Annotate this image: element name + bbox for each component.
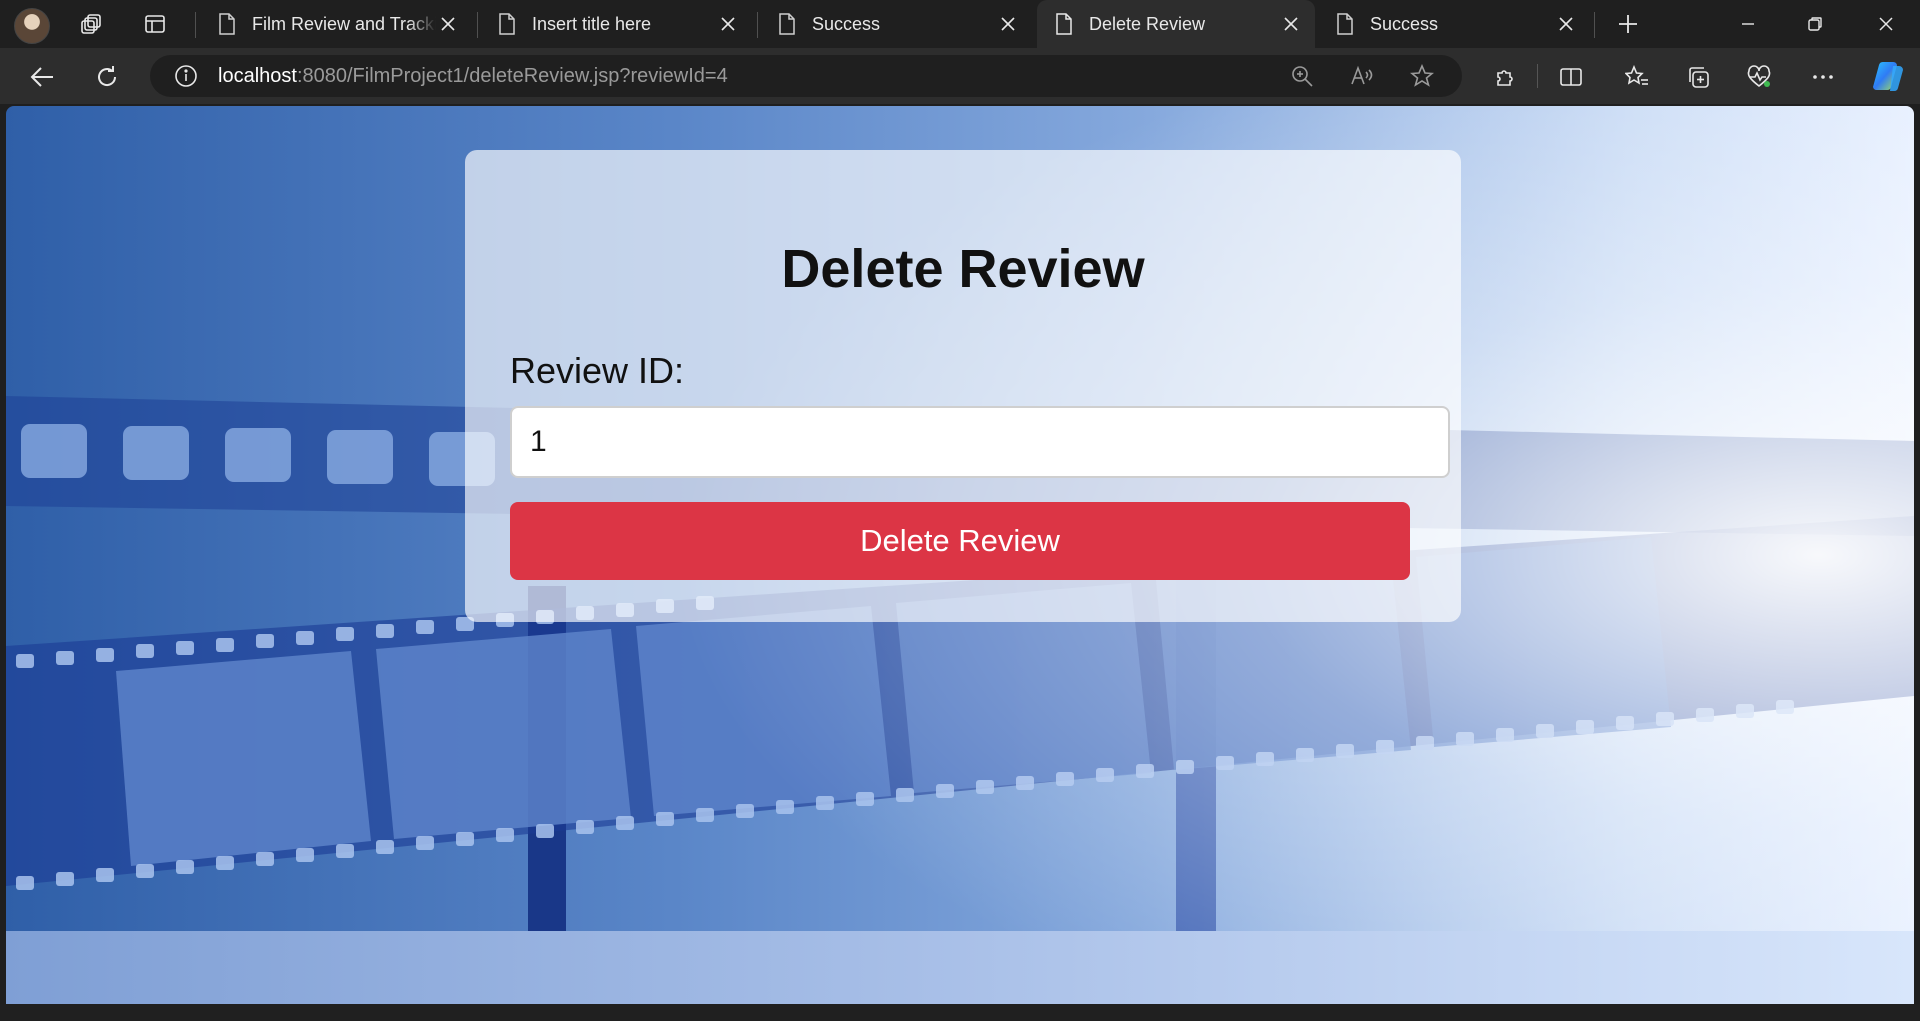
restore-button[interactable] — [1795, 8, 1835, 40]
minimize-icon — [1742, 23, 1754, 25]
favorites-list-icon — [1625, 65, 1648, 85]
zoom-icon[interactable] — [1286, 60, 1318, 92]
back-button[interactable] — [25, 60, 59, 94]
review-id-label: Review ID: — [510, 350, 685, 391]
settings-menu-button[interactable] — [1806, 60, 1840, 94]
arrow-left-icon — [30, 67, 53, 87]
page-footer-band — [6, 931, 1914, 1004]
close-icon[interactable] — [1279, 12, 1303, 36]
tab-title: Success — [1370, 13, 1439, 34]
tab-divider — [757, 12, 758, 38]
plus-icon — [1619, 15, 1637, 33]
tab-title: Success — [812, 13, 881, 34]
address-bar[interactable]: localhost:8080/FilmProject1/deleteReview… — [150, 55, 1462, 97]
profile-avatar[interactable] — [14, 8, 50, 44]
page-title: Delete Review — [781, 239, 1145, 299]
tab-divider — [477, 12, 478, 38]
copilot-button[interactable] — [1869, 56, 1909, 96]
refresh-button[interactable] — [90, 60, 124, 94]
tab-title: Film Review and Tracking — [252, 13, 436, 34]
taskbar-edge — [0, 1004, 1920, 1021]
browser-essentials-button[interactable] — [1742, 60, 1776, 94]
delete-review-button[interactable]: Delete Review — [510, 502, 1410, 580]
favorites-button[interactable] — [1620, 60, 1654, 94]
collections-button[interactable] — [1681, 60, 1715, 94]
favorite-star-icon[interactable] — [1406, 60, 1438, 92]
page-icon — [499, 13, 515, 35]
new-tab-button[interactable] — [1612, 8, 1644, 40]
url-host: localhost — [218, 64, 297, 87]
more-dots-icon — [1813, 75, 1833, 79]
close-icon[interactable] — [436, 12, 460, 36]
tab-title: Insert title here — [532, 13, 652, 34]
tab-delete-review[interactable]: Delete Review — [1037, 0, 1315, 48]
close-window-button[interactable] — [1866, 8, 1906, 40]
page-icon — [219, 13, 235, 35]
tab-success-2[interactable]: Success — [1318, 0, 1590, 48]
copilot-icon — [1873, 61, 1903, 92]
url-text[interactable]: localhost:8080/FilmProject1/deleteReview… — [218, 65, 728, 88]
close-icon[interactable] — [716, 12, 740, 36]
minimize-button[interactable] — [1728, 8, 1768, 40]
page-icon — [1337, 13, 1353, 35]
puzzle-icon — [1497, 70, 1513, 86]
read-aloud-icon[interactable] — [1346, 60, 1378, 92]
close-icon[interactable] — [996, 12, 1020, 36]
toolbar-divider — [1537, 64, 1538, 88]
workspaces-icon[interactable] — [76, 8, 108, 40]
page-icon — [1056, 13, 1072, 35]
collections-icon — [1689, 67, 1709, 88]
restore-icon — [1808, 17, 1822, 31]
page-viewport: Delete Review Review ID: Delete Review — [6, 106, 1914, 1004]
browser-toolbar: localhost:8080/FilmProject1/deleteReview… — [0, 48, 1920, 104]
split-screen-icon — [1560, 68, 1582, 86]
close-icon[interactable] — [1554, 12, 1578, 36]
tab-success-1[interactable]: Success — [760, 0, 1032, 48]
tab-title: Delete Review — [1089, 13, 1206, 34]
tab-divider — [195, 12, 196, 38]
url-path: :8080/FilmProject1/deleteReview.jsp?revi… — [296, 64, 728, 87]
info-icon[interactable] — [174, 64, 198, 88]
tab-insert-title[interactable]: Insert title here — [480, 0, 752, 48]
refresh-icon — [98, 66, 117, 86]
heart-pulse-icon — [1747, 65, 1771, 88]
extensions-button[interactable] — [1489, 60, 1523, 94]
tab-strip: Film Review and Tracking Insert title he… — [0, 0, 1920, 48]
split-screen-button[interactable] — [1554, 60, 1588, 94]
tab-divider — [1594, 12, 1595, 38]
delete-review-form-card: Delete Review Review ID: Delete Review — [465, 150, 1461, 622]
review-id-input[interactable] — [510, 406, 1450, 478]
tab-film-review[interactable]: Film Review and Tracking — [200, 0, 472, 48]
close-icon — [1879, 17, 1893, 31]
vertical-tabs-icon[interactable] — [139, 8, 171, 40]
page-icon — [779, 13, 795, 35]
